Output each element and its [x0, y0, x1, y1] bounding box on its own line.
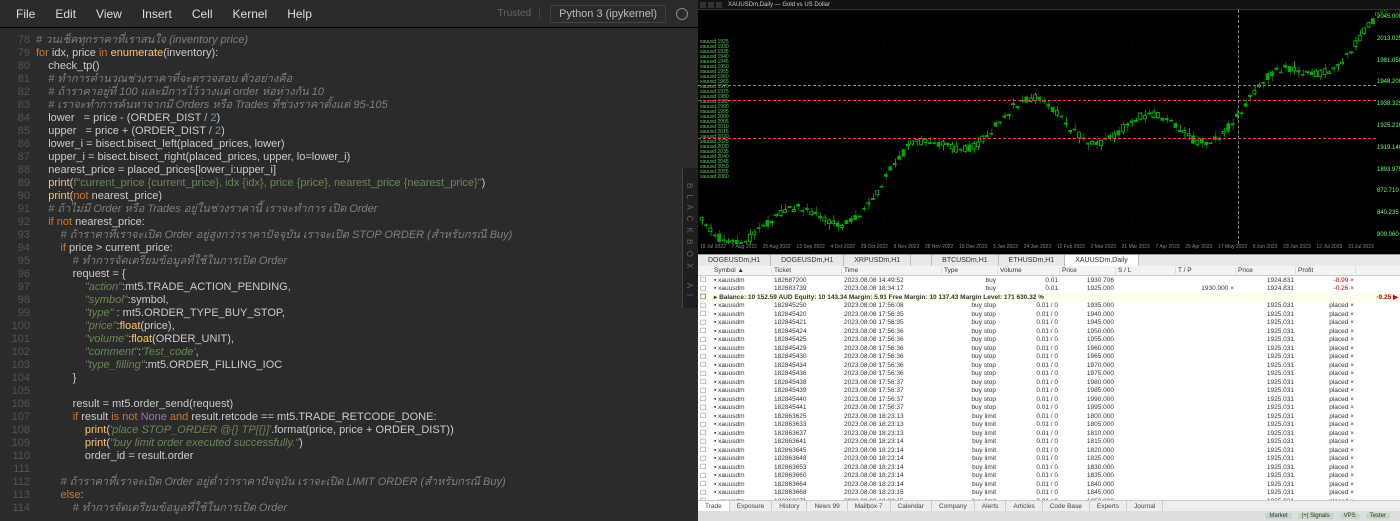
table-row[interactable]: ▪ xauusdm1828454382023.08.08 17:56:37buy…: [698, 378, 1400, 387]
terminal-tab[interactable]: News 99: [807, 501, 847, 511]
crosshair-v: [1238, 10, 1239, 244]
jupyter-pane: FileEditViewInsertCellKernelHelp Trusted…: [0, 0, 698, 521]
table-row[interactable]: ▪ xauusdm1828454342023.08.08 17:56:36buy…: [698, 361, 1400, 370]
table-row[interactable]: ▪ xauusdm1828454402023.08.08 17:56:37buy…: [698, 395, 1400, 404]
table-row[interactable]: ▪ xauusdm1828636482023.08.08 18:23:14buy…: [698, 455, 1400, 464]
status-pill[interactable]: VPS: [1340, 513, 1360, 519]
terminal-tab[interactable]: Articles: [1006, 501, 1042, 511]
grid-body[interactable]: ▪ xauusdm1826872002023.08.08 14:49:52buy…: [698, 276, 1400, 500]
terminal-tab[interactable]: Alerts: [975, 501, 1007, 511]
trusted-label: Trusted: [498, 8, 541, 19]
table-row[interactable]: ▪ xauusdm1826837392023.08.08 18:34:17buy…: [698, 285, 1400, 294]
chart-tabs: DOGEUSDm,H1DOGEUSDm,H1XRPUSDm,H1BTCUSDm,…: [698, 254, 1400, 266]
terminal-tab[interactable]: Exposure: [730, 501, 772, 511]
jupyter-menubar: FileEditViewInsertCellKernelHelp Trusted…: [0, 0, 698, 28]
table-row[interactable]: ▸ Balance: 10 152.59 AUD Equity: 10 143.…: [698, 293, 1400, 302]
chart-tab[interactable]: DOGEUSDm,H1: [771, 255, 844, 266]
price-line: [698, 138, 1376, 139]
table-row[interactable]: ▪ xauusdm1828454252023.08.08 17:56:36buy…: [698, 336, 1400, 345]
menu-file[interactable]: File: [6, 3, 45, 25]
chart-tab[interactable]: ETHUSDm,H1: [999, 255, 1066, 266]
table-row[interactable]: ▪ xauusdm1828454292023.08.08 17:56:36buy…: [698, 344, 1400, 353]
table-row[interactable]: ▪ xauusdm1828636682023.08.08 18:23:15buy…: [698, 489, 1400, 498]
table-row[interactable]: ▪ xauusdm1828636532023.08.08 18:23:14buy…: [698, 463, 1400, 472]
chart-tab[interactable]: XRPUSDm,H1: [844, 255, 911, 266]
table-row[interactable]: ▪ xauusdm1828454242023.08.08 17:56:36buy…: [698, 327, 1400, 336]
status-pill[interactable]: Market: [1265, 513, 1291, 519]
chart-tab[interactable]: BTCUSDm,H1: [932, 255, 999, 266]
table-row[interactable]: ▪ xauusdm1828636642023.08.08 18:23:14buy…: [698, 480, 1400, 489]
table-row[interactable]: ▪ xauusdm1828454302023.08.08 17:56:36buy…: [698, 353, 1400, 362]
status-pill[interactable]: |+| Signals: [1298, 513, 1334, 519]
terminal-tabs: TradeExposureHistoryNews 99Mailbox 7Cale…: [698, 500, 1400, 511]
table-row[interactable]: ▪ xauusdm1826872002023.08.08 14:49:52buy…: [698, 276, 1400, 285]
table-row[interactable]: ▪ xauusdm1828454202023.08.08 17:56:35buy…: [698, 310, 1400, 319]
terminal-tab[interactable]: Trade: [698, 501, 730, 511]
table-row[interactable]: ▪ xauusdm1828636332023.08.08 18:23:13buy…: [698, 421, 1400, 430]
terminal-tab[interactable]: Company: [932, 501, 975, 511]
kernel-status-icon: [676, 8, 688, 20]
grid-header[interactable]: Symbol ▲TicketTimeTypeVolumePriceS / LT …: [698, 266, 1400, 276]
statusbar: Market |+| Signals VPS Tester: [698, 511, 1400, 521]
chart-tab[interactable]: [911, 255, 932, 266]
blackbox-ai-tab[interactable]: B L A C K B O X A I: [682, 168, 698, 308]
chart-tab[interactable]: XAUUSDm,Daily: [1065, 255, 1139, 266]
crosshair-h: [698, 85, 1376, 86]
chart-tab[interactable]: DOGEUSDm,H1: [698, 255, 771, 266]
table-row[interactable]: ▪ xauusdm1828454212023.08.08 17:56:35buy…: [698, 319, 1400, 328]
terminal-tab[interactable]: Calendar: [891, 501, 932, 511]
y-axis: 2045.0002013.0251981.0501948.2001938.325…: [1376, 10, 1400, 242]
status-pill[interactable]: Tester: [1366, 513, 1390, 519]
chart-title: XAUUSDm,Daily — Gold vs US Dollar: [728, 2, 830, 8]
menu-kernel[interactable]: Kernel: [223, 3, 278, 25]
table-row[interactable]: ▪ xauusdm1828636452023.08.08 18:23:14buy…: [698, 446, 1400, 455]
terminal-tab[interactable]: Experts: [1090, 501, 1127, 511]
tool-icon[interactable]: [716, 2, 722, 8]
terminal-tab[interactable]: Mailbox 7: [848, 501, 891, 511]
code-editor[interactable]: 7879808182838485868788899091929394959697…: [0, 28, 698, 521]
kernel-selector[interactable]: Python 3 (ipykernel): [550, 5, 666, 23]
table-row[interactable]: ▪ xauusdm1828636602023.08.08 18:23:14buy…: [698, 472, 1400, 481]
table-row[interactable]: ▪ xauusdm1828454392023.08.08 17:56:37buy…: [698, 387, 1400, 396]
terminal-tab[interactable]: History: [772, 501, 807, 511]
menu-edit[interactable]: Edit: [45, 3, 86, 25]
order-level-labels: xauusd 1925 xauusd 1930 xauusd 1935 xauu…: [700, 40, 729, 180]
menu-help[interactable]: Help: [277, 3, 322, 25]
table-row[interactable]: ▪ xauusdm1828452502023.08.08 17:56:08buy…: [698, 302, 1400, 311]
table-row[interactable]: ▪ xauusdm1828636412023.08.08 18:23:14buy…: [698, 438, 1400, 447]
table-row[interactable]: ▪ xauusdm1828454362023.08.08 17:56:36buy…: [698, 370, 1400, 379]
price-chart[interactable]: xauusd 1925 xauusd 1930 xauusd 1935 xauu…: [698, 10, 1400, 254]
menu-insert[interactable]: Insert: [132, 3, 182, 25]
menu-view[interactable]: View: [86, 3, 132, 25]
menu-cell[interactable]: Cell: [182, 3, 223, 25]
orders-grid: Symbol ▲TicketTimeTypeVolumePriceS / LT …: [698, 266, 1400, 511]
price-line: [698, 100, 1376, 101]
line-gutter: 7879808182838485868788899091929394959697…: [0, 28, 36, 521]
mt5-pane: XAUUSDm,Daily — Gold vs US Dollar xauusd…: [698, 0, 1400, 521]
table-row[interactable]: ▪ xauusdm1828636372023.08.08 18:23:13buy…: [698, 429, 1400, 438]
terminal-tab[interactable]: Journal: [1127, 501, 1163, 511]
tool-icon[interactable]: [708, 2, 714, 8]
candlestick-svg: [698, 10, 1400, 254]
code-content[interactable]: # วนเช็คทุกราคาที่เราสนใจ (inventory pri…: [36, 28, 698, 521]
x-axis: 19 Jul 20227 Aug 202225 Aug 202213 Sep 2…: [698, 244, 1376, 254]
tool-icon[interactable]: [700, 2, 706, 8]
table-row[interactable]: ▪ xauusdm1828636252023.08.08 18:23:13buy…: [698, 412, 1400, 421]
table-row[interactable]: ▪ xauusdm1828454412023.08.08 17:56:37buy…: [698, 404, 1400, 413]
terminal-tab[interactable]: Code Base: [1043, 501, 1090, 511]
mt5-titlebar: XAUUSDm,Daily — Gold vs US Dollar: [698, 0, 1400, 10]
